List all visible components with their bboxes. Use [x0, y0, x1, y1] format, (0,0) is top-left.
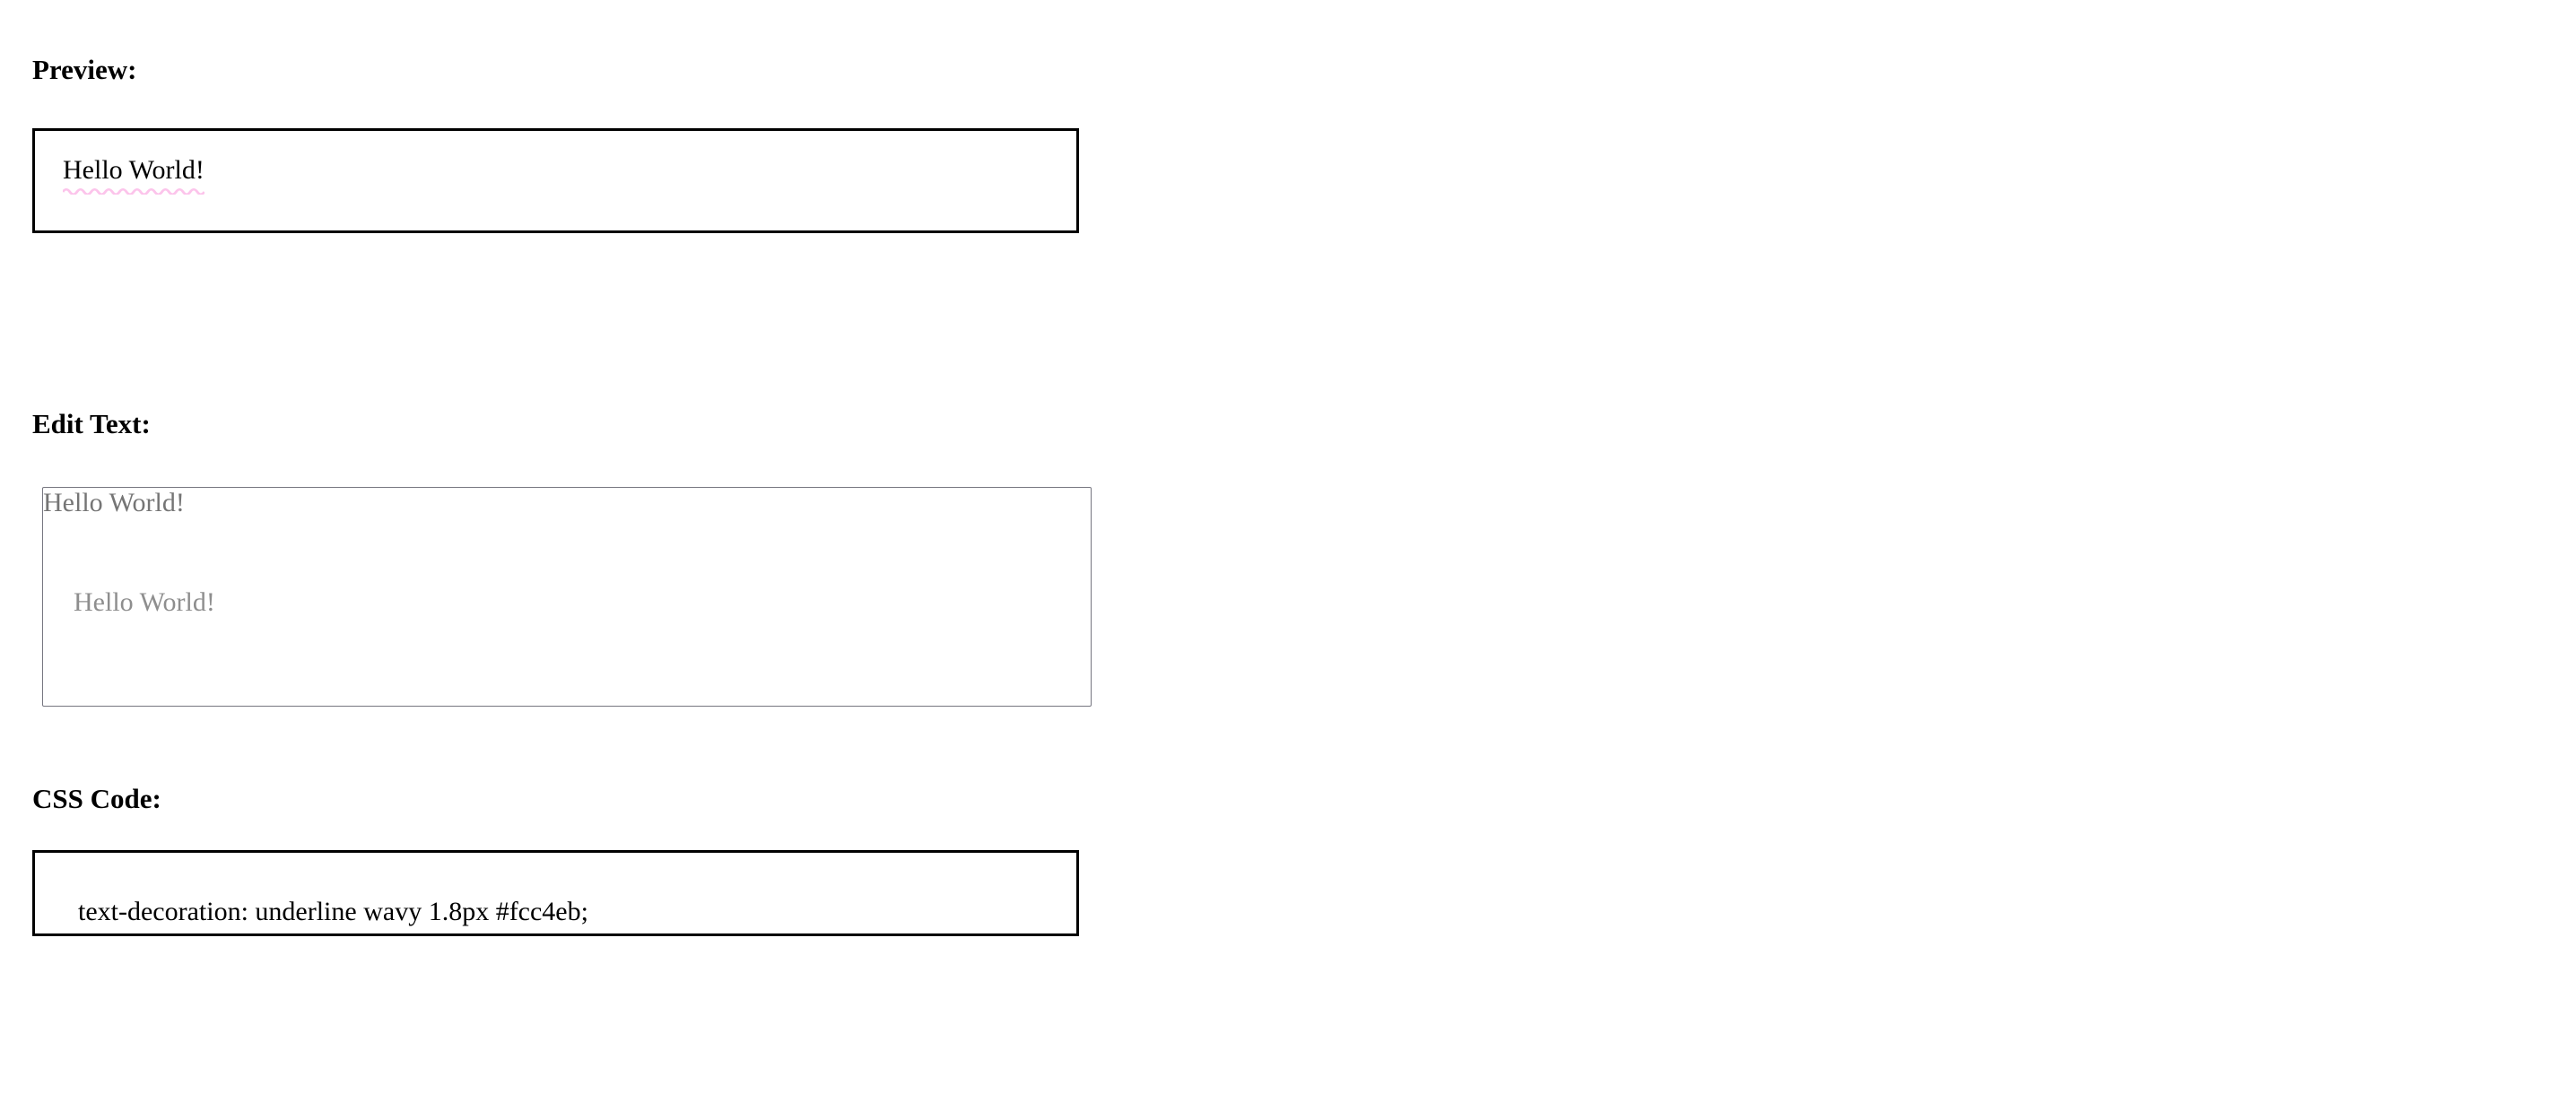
- edit-text-heading: Edit Text:: [32, 408, 151, 439]
- preview-text-wrap: Hello World!: [63, 155, 205, 195]
- preview-heading: Preview:: [32, 54, 137, 85]
- edit-text-input[interactable]: [42, 487, 1092, 707]
- preview-box: Hello World!: [32, 128, 1079, 233]
- right-column: CSS TEXT DECORATION GENERATOR Line Type(…: [1310, 0, 2565, 1094]
- css-code-text: text-decoration: underline wavy 1.8px #f…: [78, 897, 588, 926]
- wavy-underline-icon: [63, 187, 205, 195]
- app-root: Preview: Hello World! Edit Text: Hello W…: [0, 0, 2576, 1094]
- preview-text: Hello World!: [63, 155, 205, 185]
- left-column: Preview: Hello World! Edit Text: Hello W…: [0, 0, 1274, 1094]
- css-code-heading: CSS Code:: [32, 783, 161, 814]
